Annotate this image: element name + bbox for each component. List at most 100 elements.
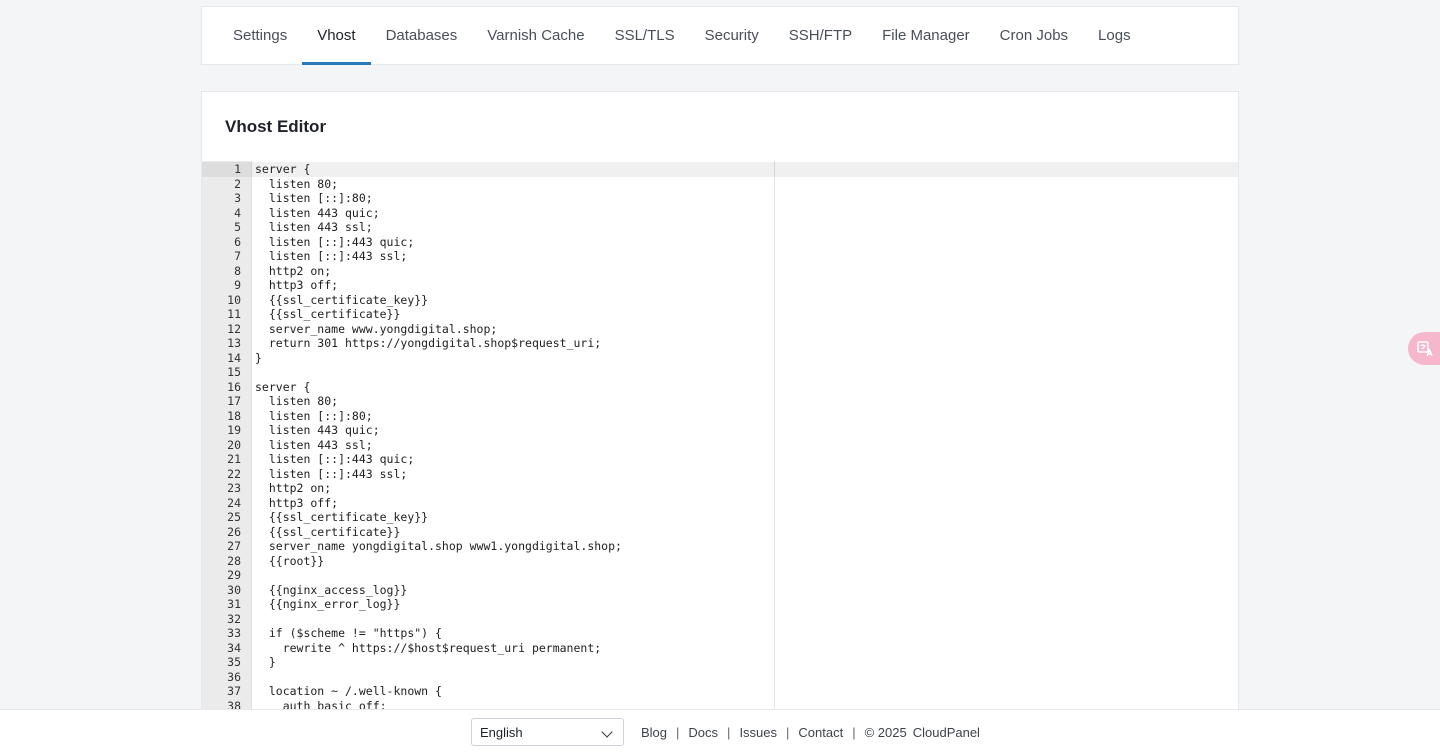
code-line: 32 [202, 611, 1238, 627]
line-text: {{nginx_error_log}} [255, 597, 401, 611]
code-line: 30 {{nginx_access_log}} [202, 583, 1238, 598]
code-line: 9 http3 off; [202, 278, 1238, 293]
line-text: server_name yongdigital.shop www1.yongdi… [255, 539, 622, 553]
line-number: 35 [227, 655, 241, 669]
footer-links: Blog | Docs | Issues | Contact | © 2025 … [641, 725, 980, 740]
line-number: 33 [227, 626, 241, 640]
line-text: listen [::]:443 quic; [255, 234, 415, 249]
code-lines[interactable]: 1 server {2 listen 80; 3 listen [::]:80; 4 … [202, 162, 1238, 713]
code-line: 12 server_name www.yongdigital.shop; [202, 321, 1238, 337]
translate-icon [1417, 340, 1433, 356]
site-tabs: Settings Vhost Databases Varnish Cache SSL/T… [201, 6, 1239, 65]
footer-link-contact[interactable]: Contact [798, 725, 843, 740]
line-number: 2 [234, 176, 241, 191]
code-line: 21 listen [::]:443 quic; [202, 452, 1238, 467]
language-select[interactable]: English [471, 718, 624, 746]
code-line: 33 if ($scheme != "https") { [202, 626, 1238, 641]
tab-settings[interactable]: Settings [218, 7, 302, 64]
line-text: listen [::]:443 ssl; [255, 466, 408, 481]
code-line: 37 location ~ /.well-known { [202, 684, 1238, 699]
line-number: 25 [227, 510, 241, 524]
line-text: {{ssl_certificate}} [255, 307, 401, 321]
footer-separator: | [727, 725, 731, 740]
line-number: 32 [227, 611, 241, 626]
line-number: 8 [234, 263, 241, 278]
line-number: 28 [227, 553, 241, 568]
tab-file-manager[interactable]: File Manager [867, 7, 985, 64]
line-text: http2 on; [255, 481, 332, 495]
line-text: server { [255, 162, 311, 176]
code-line: 28 {{root}} [202, 553, 1238, 569]
code-line: 25 {{ssl_certificate_key}} [202, 510, 1238, 525]
code-line: 34 rewrite ^ https://$host$request_uri p… [202, 640, 1238, 656]
line-number: 17 [227, 394, 241, 408]
line-text: {{ssl_certificate_key}} [255, 292, 429, 307]
code-line: 35 } [202, 655, 1238, 670]
line-text: http3 off; [255, 495, 339, 510]
line-number: 9 [234, 278, 241, 292]
line-number: 14 [227, 350, 241, 365]
line-number: 3 [234, 191, 241, 205]
line-text: http2 on; [255, 263, 332, 278]
line-text: listen 80; [255, 394, 339, 408]
code-editor[interactable]: 1 server {2 listen 80; 3 listen [::]:80; 4 … [202, 161, 1238, 730]
tab-cron-jobs[interactable]: Cron Jobs [985, 7, 1083, 64]
line-number: 34 [227, 640, 241, 655]
line-text: listen [::]:80; [255, 408, 373, 423]
line-number: 13 [227, 336, 241, 350]
code-line: 10 {{ssl_certificate_key}} [202, 292, 1238, 308]
code-line: 27 server_name yongdigital.shop www1.yon… [202, 539, 1238, 554]
copyright: © 2025 [864, 725, 907, 740]
vhost-editor-card: Vhost Editor 1 server { 2 listen 80; 3 list… [201, 91, 1239, 731]
chevron-down-icon [601, 726, 613, 738]
code-line: 7 listen [::]:443 ssl; [202, 249, 1238, 264]
code-line: 24 http3 off; [202, 495, 1238, 511]
line-text: {{ssl_certificate_key}} [255, 510, 429, 524]
line-text: } [255, 350, 262, 365]
code-line: 22 listen [::]:443 ssl; [202, 466, 1238, 482]
footer-link-issues[interactable]: Issues [739, 725, 777, 740]
tab-logs[interactable]: Logs [1083, 7, 1146, 64]
line-number: 20 [227, 437, 241, 452]
line-text: listen [::]:443 quic; [255, 452, 415, 466]
line-number: 31 [227, 597, 241, 611]
line-text: } [255, 655, 276, 669]
line-text: listen 443 ssl; [255, 437, 373, 452]
line-text: server_name www.yongdigital.shop; [255, 321, 498, 336]
tab-varnish-cache[interactable]: Varnish Cache [472, 7, 599, 64]
code-line: 23 http2 on; [202, 481, 1238, 496]
footer-brand-link[interactable]: CloudPanel [913, 725, 980, 740]
code-line: 36 [202, 670, 1238, 685]
code-line: 18 listen [::]:80; [202, 408, 1238, 424]
line-number: 7 [234, 249, 241, 263]
code-line: 15 [202, 365, 1238, 380]
code-line: 31 {{nginx_error_log}} [202, 597, 1238, 612]
code-line: 29 [202, 568, 1238, 583]
footer-link-docs[interactable]: Docs [688, 725, 718, 740]
line-number: 12 [227, 321, 241, 336]
line-number: 19 [227, 423, 241, 437]
code-line: 1 server { [202, 162, 1238, 177]
line-text [241, 365, 255, 380]
code-line: 6 listen [::]:443 quic; [202, 234, 1238, 250]
code-line: 14} [202, 350, 1238, 366]
line-number: 22 [227, 466, 241, 481]
footer-link-blog[interactable]: Blog [641, 725, 667, 740]
footer-separator: | [786, 725, 790, 740]
tab-databases[interactable]: Databases [371, 7, 473, 64]
line-number: 1 [234, 162, 241, 176]
code-line: 20 listen 443 ssl; [202, 437, 1238, 453]
line-number: 24 [227, 495, 241, 510]
tab-vhost[interactable]: Vhost [302, 7, 371, 65]
line-text [241, 568, 255, 583]
line-number: 10 [227, 292, 241, 307]
tab-ssl-tls[interactable]: SSL/TLS [600, 7, 690, 64]
code-line: 8 http2 on; [202, 263, 1238, 279]
line-text: return 301 https://yongdigital.shop$requ… [255, 336, 602, 350]
card-title: Vhost Editor [225, 117, 327, 136]
line-number: 29 [227, 568, 241, 582]
tab-ssh-ftp[interactable]: SSH/FTP [774, 7, 867, 64]
line-number: 26 [227, 524, 241, 539]
tab-security[interactable]: Security [690, 7, 774, 64]
translate-button[interactable] [1408, 332, 1440, 365]
